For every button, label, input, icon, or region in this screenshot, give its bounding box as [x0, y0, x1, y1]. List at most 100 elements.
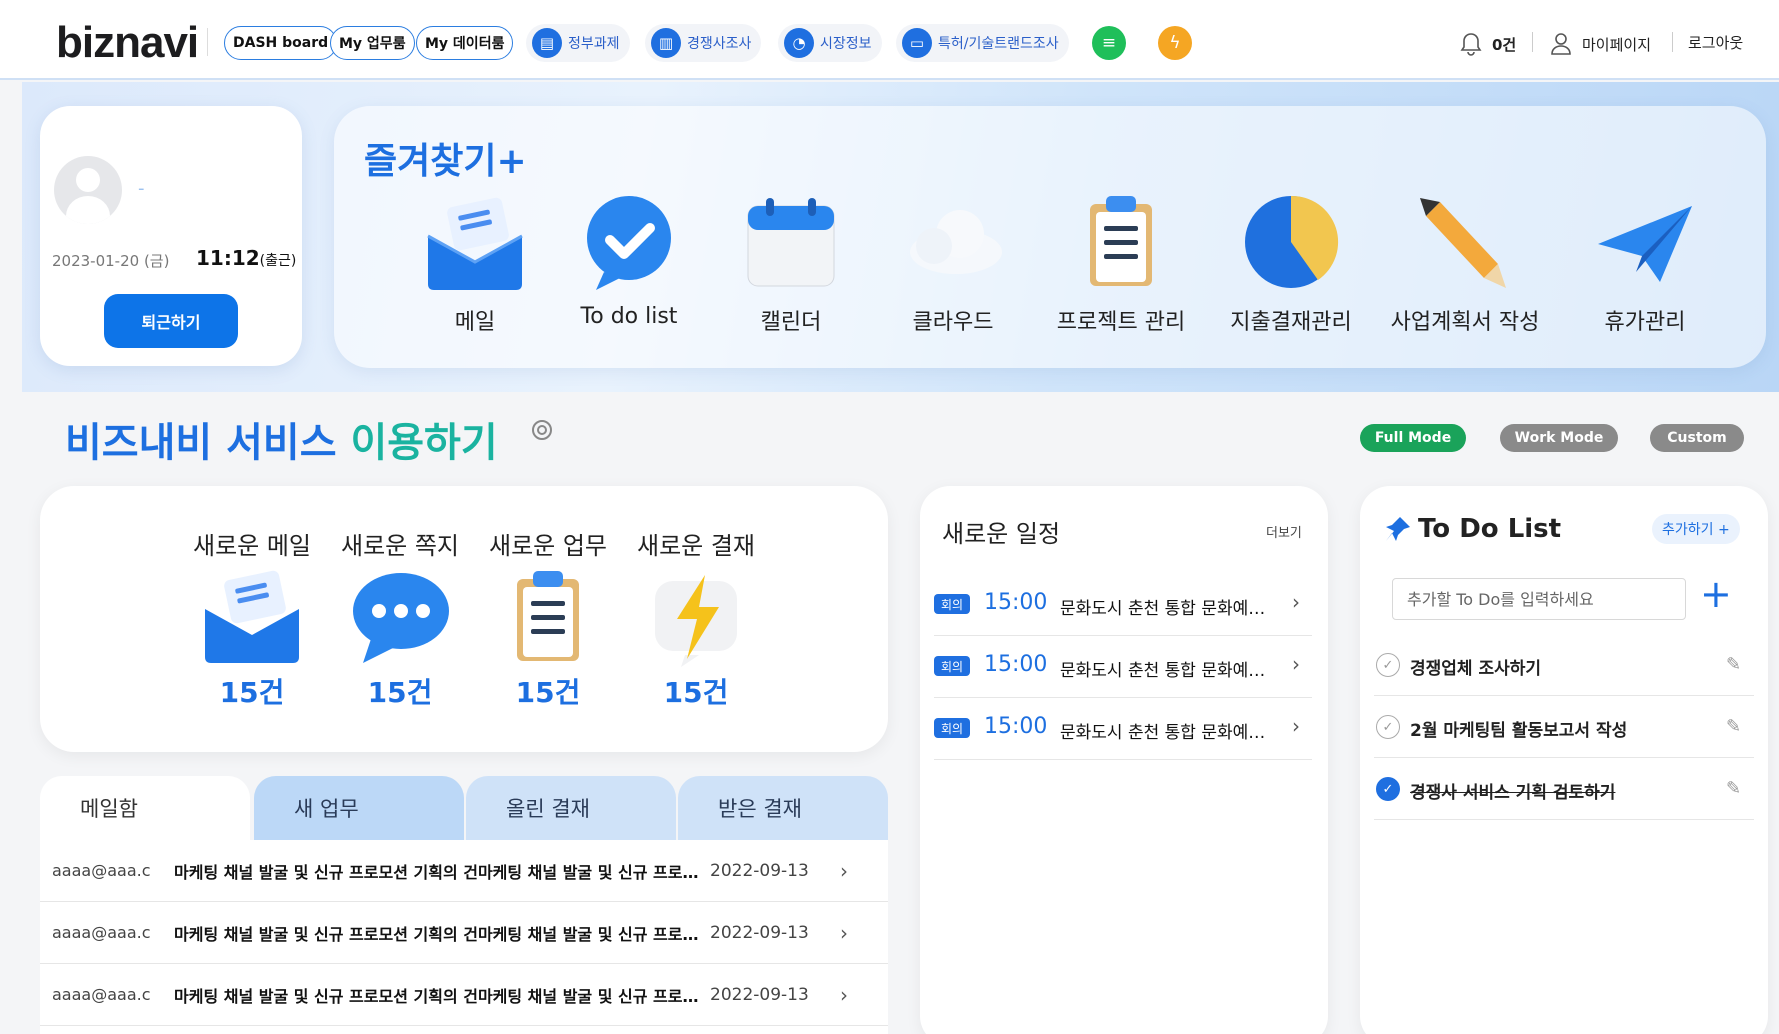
- stat-new-task[interactable]: 새로운 업무 15건: [478, 526, 618, 711]
- stat-new-message[interactable]: 새로운 쪽지 15건: [330, 526, 470, 711]
- mail-row[interactable]: aaaa@aaa.c 마케팅 채널 발굴 및 신규 프로모션 기획의 건마케팅 …: [40, 840, 888, 902]
- menu-label: 경쟁사조사: [687, 36, 752, 52]
- tab-received-approval[interactable]: 받은 결재: [678, 776, 888, 840]
- tab-sent-approval[interactable]: 올린 결재: [466, 776, 676, 840]
- schedule-row[interactable]: 회의 15:00 문화도시 춘천 통합 문화예술 행사 ›: [934, 698, 1312, 760]
- favorite-vacation[interactable]: 휴가관리: [1560, 192, 1730, 336]
- chat-bubble-icon: [353, 573, 449, 663]
- schedule-row[interactable]: 회의 15:00 문화도시 춘천 통합 문화예술 행사 ›: [934, 574, 1312, 636]
- check-bubble-icon: [587, 196, 671, 290]
- pencil-icon: [1420, 198, 1506, 288]
- chevron-right-icon: ›: [840, 920, 848, 945]
- schedule-time: 15:00: [984, 714, 1048, 739]
- stat-label: 새로운 결재: [636, 532, 756, 560]
- logo[interactable]: biznavi: [56, 18, 199, 68]
- mypage-label: 마이페이지: [1582, 35, 1652, 54]
- service-title: 비즈내비 서비스 이용하기: [65, 410, 498, 468]
- todo-card: To Do List 추가하기 + + ✓ 경쟁업체 조사하기 ✎ ✓ 2월 마…: [1360, 486, 1768, 1034]
- menu-label: 정부과제: [568, 36, 620, 52]
- logout-link[interactable]: 로그아웃: [1688, 32, 1743, 53]
- mail-list: aaaa@aaa.c 마케팅 채널 발굴 및 신규 프로모션 기획의 건마케팅 …: [40, 840, 888, 1034]
- todo-text: 2월 마케팅팀 활동보고서 작성: [1410, 721, 1628, 741]
- nav-pill-dashboard[interactable]: DASH board: [224, 26, 338, 60]
- work-mode-button[interactable]: Work Mode: [1500, 424, 1618, 452]
- gear-icon[interactable]: [530, 418, 554, 442]
- check-circle-icon[interactable]: ✓: [1376, 715, 1400, 739]
- favorite-project[interactable]: 프로젝트 관리: [1036, 192, 1206, 336]
- pencil-icon[interactable]: ✎: [1726, 654, 1741, 675]
- favorite-mail[interactable]: 메일: [390, 192, 560, 336]
- favorite-label: 휴가관리: [1604, 310, 1686, 335]
- chevron-right-icon: ›: [840, 982, 848, 1007]
- favorites-panel: 즐겨찾기+ 메일 To do list 캘린더 클라우드 프로젝트 관리 지출결…: [334, 106, 1766, 368]
- mail-tabs: 메일함 새 업무 올린 결재 받은 결재: [40, 776, 888, 840]
- mail-date: 2022-09-13: [710, 860, 809, 881]
- mail-row[interactable]: aaaa@aaa.c 마케팅 채널 발굴 및 신규 프로모션 기획의 건마케팅 …: [40, 902, 888, 964]
- time-status: (출근): [259, 253, 297, 269]
- menu-gov-projects[interactable]: ▤ 정부과제: [526, 24, 630, 62]
- favorite-label: 메일: [454, 310, 496, 335]
- favorite-cloud[interactable]: 클라우드: [868, 192, 1038, 336]
- full-mode-button[interactable]: Full Mode: [1360, 424, 1466, 452]
- schedule-time: 15:00: [984, 652, 1048, 677]
- lightning-icon[interactable]: ϟ: [1158, 26, 1192, 60]
- database-icon[interactable]: ≡: [1092, 26, 1126, 60]
- pencil-icon[interactable]: ✎: [1726, 778, 1741, 799]
- mail-date: 2022-09-13: [710, 922, 809, 943]
- todo-item[interactable]: ✓ 경쟁사 서비스 기획 검토하기 ✎: [1374, 758, 1754, 820]
- menu-market-info[interactable]: ◔ 시장정보: [778, 24, 882, 62]
- current-date: 2023-01-20 (금): [52, 252, 170, 270]
- pencil-icon[interactable]: ✎: [1726, 716, 1741, 737]
- menu-patent-trend[interactable]: ▭ 특허/기술트랜드조사: [896, 24, 1069, 62]
- lightning-icon: [655, 575, 737, 667]
- stat-count: 15건: [515, 676, 581, 709]
- stat-count: 15건: [663, 676, 729, 709]
- stat-new-mail[interactable]: 새로운 메일 15건: [182, 526, 322, 711]
- mail-sender: aaaa@aaa.c: [52, 985, 151, 1004]
- nav-pill-my-data[interactable]: My 데이터룸: [416, 26, 514, 60]
- more-link[interactable]: 더보기: [1266, 522, 1302, 541]
- schedule-badge: 회의: [934, 594, 970, 614]
- paper-plane-icon: [1598, 206, 1692, 282]
- mail-row[interactable]: aaaa@aaa.c 마케팅 채널 발굴 및 신규 프로모션 기획의 건마케팅 …: [40, 964, 888, 1026]
- todo-input[interactable]: [1392, 578, 1686, 620]
- leave-work-button[interactable]: 퇴근하기: [104, 294, 238, 348]
- todo-text: 경쟁업체 조사하기: [1410, 659, 1542, 679]
- schedule-text: 문화도시 춘천 통합 문화예술 행사: [1060, 661, 1270, 681]
- menu-label: 시장정보: [820, 36, 872, 52]
- custom-mode-button[interactable]: Custom: [1650, 424, 1744, 452]
- favorite-expense[interactable]: 지출결재관리: [1206, 192, 1376, 336]
- mypage-link[interactable]: 마이페이지: [1550, 32, 1651, 56]
- schedule-badge: 회의: [934, 718, 970, 738]
- favorite-calendar[interactable]: 캘린더: [706, 192, 876, 336]
- menu-competitor[interactable]: ▥ 경쟁사조사: [645, 24, 762, 62]
- schedule-text: 문화도시 춘천 통합 문화예술 행사: [1060, 599, 1270, 619]
- mail-sender: aaaa@aaa.c: [52, 861, 151, 880]
- todo-item[interactable]: ✓ 경쟁업체 조사하기 ✎: [1374, 634, 1754, 696]
- favorites-title[interactable]: 즐겨찾기+: [364, 132, 527, 184]
- stat-label: 새로운 업무: [488, 532, 608, 560]
- favorite-business-plan[interactable]: 사업계획서 작성: [1380, 192, 1550, 336]
- add-todo-link[interactable]: 추가하기 +: [1652, 514, 1740, 544]
- check-circle-icon[interactable]: ✓: [1376, 777, 1400, 801]
- todo-item[interactable]: ✓ 2월 마케팅팀 활동보고서 작성 ✎: [1374, 696, 1754, 758]
- user-name: -: [138, 178, 145, 199]
- divider: [1532, 32, 1533, 52]
- mail-icon: [427, 197, 523, 290]
- schedule-badge: 회의: [934, 656, 970, 676]
- chevron-right-icon: ›: [1292, 652, 1300, 676]
- schedule-row[interactable]: 회의 15:00 문화도시 춘천 통합 문화예술 행사 ›: [934, 636, 1312, 698]
- menu-label: 특허/기술트랜드조사: [938, 36, 1059, 52]
- favorite-todo[interactable]: To do list: [544, 192, 714, 329]
- mail-date: 2022-09-13: [710, 984, 809, 1005]
- stat-count: 15건: [367, 676, 433, 709]
- nav-pill-my-work[interactable]: My 업무룸: [330, 26, 415, 60]
- check-circle-icon[interactable]: ✓: [1376, 653, 1400, 677]
- notification-button[interactable]: 0건: [1460, 32, 1516, 56]
- stat-new-approval[interactable]: 새로운 결재 15건: [626, 526, 766, 711]
- mail-subject: 마케팅 채널 발굴 및 신규 프로모션 기획의 건마케팅 채널 발굴 및 신규 …: [174, 924, 706, 944]
- plus-icon[interactable]: +: [1700, 572, 1732, 616]
- tab-mailbox[interactable]: 메일함: [40, 776, 250, 840]
- cloud-icon: [910, 210, 1002, 274]
- tab-new-task[interactable]: 새 업무: [254, 776, 464, 840]
